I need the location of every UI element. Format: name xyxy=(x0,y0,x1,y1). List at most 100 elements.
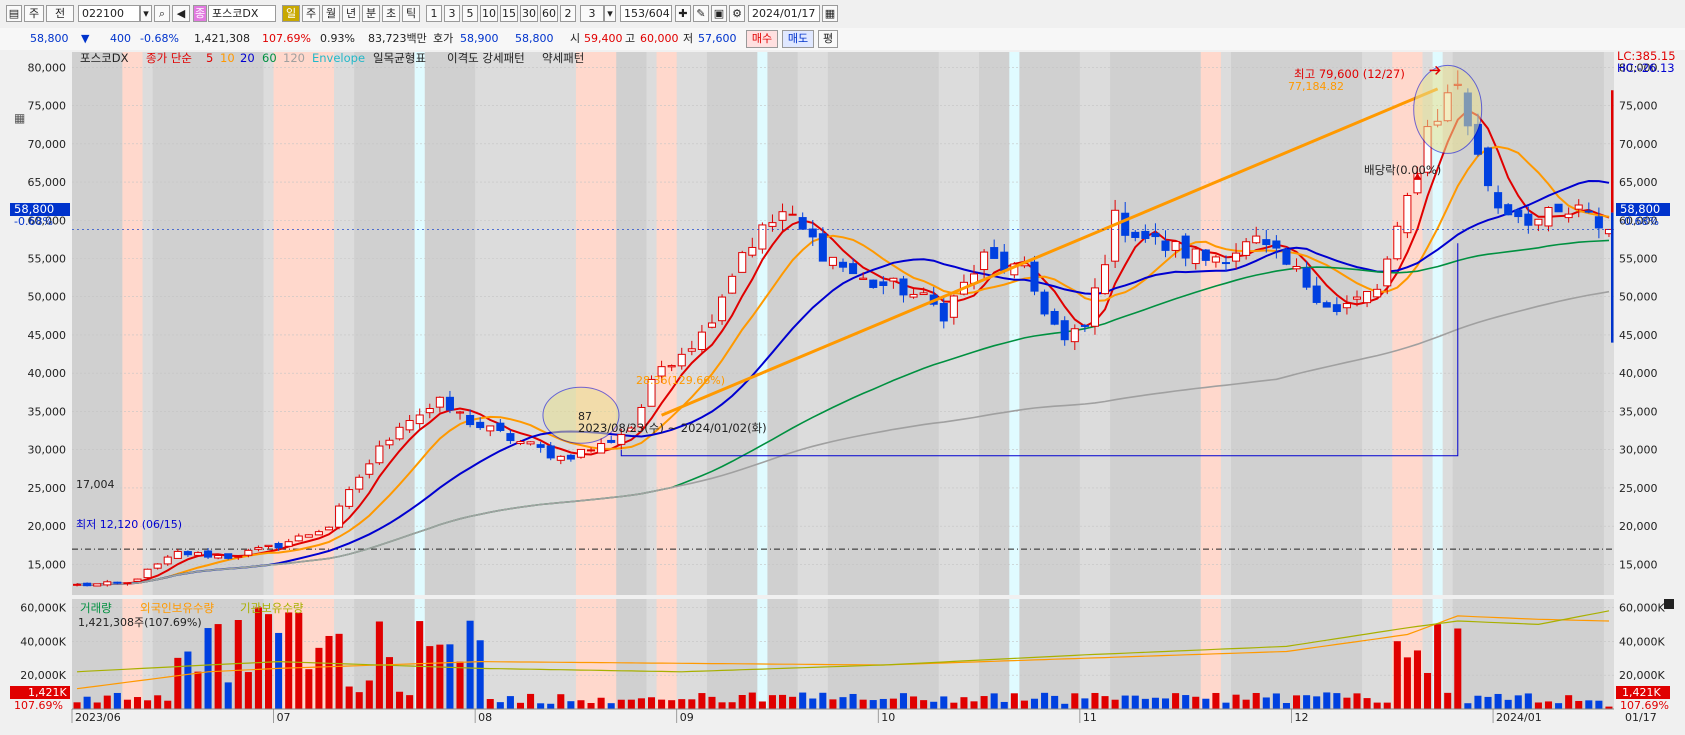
draw-tool-icon[interactable]: ✎ xyxy=(693,5,709,22)
sell-button[interactable]: 매도 xyxy=(782,30,814,48)
candle-body xyxy=(1282,249,1291,265)
candle-body xyxy=(214,555,223,559)
interval-15-button[interactable]: 15 xyxy=(500,5,518,22)
gear-icon[interactable]: ⚙ xyxy=(729,5,745,22)
volume-bar xyxy=(325,635,333,709)
code-dropdown-icon[interactable]: ▾ xyxy=(140,5,152,22)
candle-body xyxy=(919,292,928,296)
volume-bar xyxy=(1030,698,1039,709)
candle-body xyxy=(264,544,273,548)
period-monthly-button[interactable]: 월 xyxy=(322,5,340,22)
crosshair-icon[interactable]: ✚ xyxy=(675,5,691,22)
volume-bar xyxy=(194,671,202,709)
volume-bar xyxy=(103,695,111,709)
interval-30-button[interactable]: 30 xyxy=(520,5,538,22)
volume-bar xyxy=(1434,624,1442,709)
chart-settings-icon[interactable]: ▦ xyxy=(14,111,25,125)
period-second-button[interactable]: 초 xyxy=(382,5,400,22)
interval-60-button[interactable]: 60 xyxy=(540,5,558,22)
range-button[interactable]: 전 xyxy=(46,5,74,22)
bar-count-field[interactable]: 153/604 xyxy=(620,5,672,22)
market-button[interactable]: 주 xyxy=(24,5,44,22)
speaker-icon[interactable]: ◀ xyxy=(172,5,190,22)
candle-body xyxy=(667,365,676,368)
vol-tick-label: 40,000K xyxy=(20,635,66,648)
volume-value: 1,421,308 xyxy=(194,32,250,45)
period-weekly-button[interactable]: 주 xyxy=(302,5,320,22)
volume-bar xyxy=(133,697,142,709)
volume-bar xyxy=(486,699,494,709)
interval-5-button[interactable]: 5 xyxy=(462,5,478,22)
candle-body xyxy=(828,256,837,266)
legend-ma60: 60 xyxy=(262,51,277,65)
candle-body xyxy=(939,302,948,322)
shade-gray-band xyxy=(979,599,1080,709)
volume-bar xyxy=(396,691,404,709)
candle-body xyxy=(1090,287,1099,327)
candle-body xyxy=(1544,207,1553,227)
candle-body xyxy=(153,563,162,569)
period-yearly-button[interactable]: 년 xyxy=(342,5,360,22)
volume-bar xyxy=(547,703,555,709)
volume-bar xyxy=(597,697,605,709)
volume-bar xyxy=(456,661,464,709)
period-minute-button[interactable]: 분 xyxy=(362,5,380,22)
volume-bar xyxy=(980,696,988,709)
shade-red-band xyxy=(273,599,335,709)
interval-dropdown-icon[interactable]: ▾ xyxy=(604,5,616,22)
candle-body xyxy=(425,408,434,414)
trade-amount: 83,723백만 xyxy=(368,32,427,45)
quote-label: 호가 xyxy=(433,32,454,45)
period-daily-button[interactable]: 일 xyxy=(282,5,300,22)
candle-body xyxy=(345,489,354,507)
volume-bar xyxy=(970,701,978,709)
shade-gray-band xyxy=(1231,599,1363,709)
candle-body xyxy=(1504,204,1513,216)
save-icon[interactable]: ▣ xyxy=(711,5,727,22)
candle-body xyxy=(607,439,616,443)
vol-legend-foreign: 외국인보유수량 xyxy=(140,601,214,615)
stock-chart[interactable]: 15,000 20,000 25,000 30,000 35,000 40,000 45,0… xyxy=(0,50,1685,735)
volume-bar xyxy=(1534,702,1542,709)
buy-button[interactable]: 매수 xyxy=(746,30,778,48)
x-tick-label: 09 xyxy=(680,711,694,724)
volume-bar xyxy=(1565,695,1573,709)
x-tick-label: 07 xyxy=(277,711,291,724)
volume-bar xyxy=(305,669,313,709)
shade-gray-band xyxy=(706,599,798,709)
candle-body xyxy=(1242,241,1251,256)
stock-code-input[interactable]: 022100 xyxy=(78,5,140,22)
volume-bar xyxy=(1393,641,1401,709)
candle-body xyxy=(365,463,374,475)
interval-1-button[interactable]: 1 xyxy=(426,5,442,22)
right-vol-pct: 107.69% xyxy=(1620,699,1669,712)
interval-2-button[interactable]: 2 xyxy=(560,5,576,22)
candle-body xyxy=(516,441,525,445)
volume-bar xyxy=(1081,698,1089,709)
interval-10-button[interactable]: 10 xyxy=(480,5,498,22)
volume-bar xyxy=(1010,693,1018,709)
candle-body xyxy=(566,454,575,460)
candle-body xyxy=(254,546,263,550)
period-tick-button[interactable]: 틱 xyxy=(402,5,420,22)
candle-body xyxy=(1040,291,1049,315)
candle-body xyxy=(838,261,848,268)
calendar-icon[interactable]: ▦ xyxy=(822,5,838,22)
volume-bar xyxy=(718,702,726,709)
average-button[interactable]: 평 xyxy=(818,30,838,48)
interval-3-button[interactable]: 3 xyxy=(444,5,460,22)
window-menu-icon[interactable]: ▤ xyxy=(6,5,22,22)
pane-close-icon[interactable] xyxy=(1664,599,1674,609)
candle-body xyxy=(1060,320,1069,341)
candle-body xyxy=(304,534,313,538)
date-field[interactable]: 2024/01/17 xyxy=(748,5,820,22)
candle-body xyxy=(415,414,424,425)
volume-bar xyxy=(345,686,353,709)
candle-body xyxy=(677,353,686,367)
interval-custom-field[interactable]: 3 xyxy=(580,5,604,22)
search-icon[interactable]: ⌕ xyxy=(154,5,170,22)
candle-body xyxy=(1554,203,1563,213)
y-tick-label: 15,000 xyxy=(28,558,67,571)
stock-name-field[interactable]: 포스코DX xyxy=(208,5,276,22)
volume-bar xyxy=(698,693,706,709)
